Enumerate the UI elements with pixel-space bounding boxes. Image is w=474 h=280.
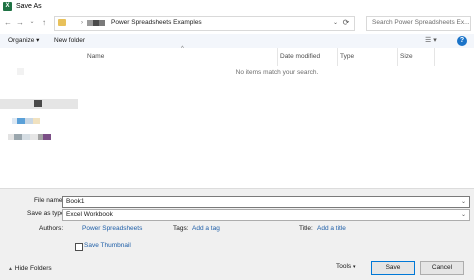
search-input[interactable]: Search Power Spreadsheets Ex...: [366, 16, 471, 31]
navigation-pane[interactable]: [0, 48, 80, 188]
nav-item-redacted: [25, 118, 33, 124]
column-divider[interactable]: [277, 48, 278, 66]
toolbar: Organize ▾ New folder ☰ ▾ ?: [0, 34, 474, 48]
nav-item-redacted: [30, 134, 38, 140]
save-as-type-chevron-icon[interactable]: ⌄: [461, 210, 466, 220]
save-thumbnail-label[interactable]: Save Thumbnail: [84, 241, 131, 251]
file-list[interactable]: Name ^ Date modified Type Size No items …: [80, 46, 474, 188]
back-arrow-icon[interactable]: ←: [3, 16, 13, 29]
nav-item-redacted: [43, 134, 51, 140]
column-header-size[interactable]: Size: [400, 52, 413, 62]
file-name-chevron-icon[interactable]: ⌄: [461, 197, 466, 207]
nav-item-redacted: [33, 118, 40, 124]
authors-label: Authors:: [39, 225, 64, 232]
nav-item-redacted: [22, 134, 30, 140]
nav-item-redacted: [34, 100, 42, 107]
window-title: Save As: [16, 3, 42, 10]
authors-value[interactable]: Power Spreadsheets: [82, 224, 142, 234]
cancel-button[interactable]: Cancel: [420, 261, 464, 275]
folder-icon: [58, 19, 66, 26]
refresh-icon[interactable]: ⟳: [340, 17, 352, 29]
breadcrumb-separator: ›: [81, 20, 83, 26]
column-header-date-modified[interactable]: Date modified: [280, 52, 320, 62]
address-bar[interactable]: › Power Spreadsheets Examples ⌄ ⟳: [54, 16, 355, 31]
organize-button[interactable]: Organize ▾: [8, 36, 39, 46]
title-bar: X Save As: [0, 0, 474, 13]
collapse-arrow-icon: ▲: [8, 266, 13, 272]
column-divider[interactable]: [434, 48, 435, 66]
nav-item-redacted: [17, 118, 25, 124]
empty-results-message: No items match your search.: [235, 69, 319, 76]
title-value[interactable]: Add a title: [317, 224, 346, 234]
nav-item-redacted[interactable]: [17, 68, 24, 75]
save-thumbnail-checkbox[interactable]: [75, 243, 83, 251]
tools-label: Tools: [336, 263, 352, 270]
column-divider[interactable]: [397, 48, 398, 66]
sort-indicator-icon: ^: [181, 46, 184, 52]
column-header-name[interactable]: Name: [87, 52, 104, 62]
file-name-value: Book1: [66, 198, 85, 205]
tags-value[interactable]: Add a tag: [192, 224, 220, 234]
breadcrumb-current-folder[interactable]: Power Spreadsheets Examples: [111, 18, 202, 28]
forward-arrow-icon[interactable]: →: [15, 16, 25, 29]
new-folder-button[interactable]: New folder: [54, 36, 85, 46]
save-button[interactable]: Save: [371, 261, 415, 275]
title-label: Title:: [299, 225, 313, 232]
tools-button[interactable]: Tools ▾: [336, 262, 356, 272]
save-as-type-value: Excel Workbook: [66, 211, 113, 218]
column-header-type[interactable]: Type: [340, 52, 354, 62]
help-icon[interactable]: ?: [457, 36, 467, 46]
breadcrumb-redacted: [99, 20, 105, 26]
tags-label: Tags:: [173, 225, 189, 232]
save-options-panel: File name: Book1 ⌄ Save as type: Excel W…: [0, 188, 474, 280]
search-placeholder: Search Power Spreadsheets Ex...: [372, 19, 470, 26]
tools-chevron-icon: ▾: [353, 264, 356, 270]
view-options-icon[interactable]: ☰ ▾: [425, 36, 437, 46]
hide-folders-label: Hide Folders: [14, 265, 52, 272]
file-name-label: File name:: [34, 197, 65, 204]
address-chevron-icon[interactable]: ⌄: [333, 18, 338, 28]
file-name-input[interactable]: Book1 ⌄: [62, 196, 470, 208]
hide-folders-button[interactable]: ▲ Hide Folders: [8, 264, 52, 274]
recent-locations-chevron-icon[interactable]: ⌄: [27, 16, 37, 29]
column-divider[interactable]: [337, 48, 338, 66]
nav-item-redacted: [14, 134, 22, 140]
save-as-type-select[interactable]: Excel Workbook ⌄: [62, 209, 470, 221]
excel-icon: X: [3, 2, 12, 11]
save-as-type-label: Save as type:: [27, 210, 67, 217]
up-arrow-icon[interactable]: ↑: [39, 16, 49, 29]
